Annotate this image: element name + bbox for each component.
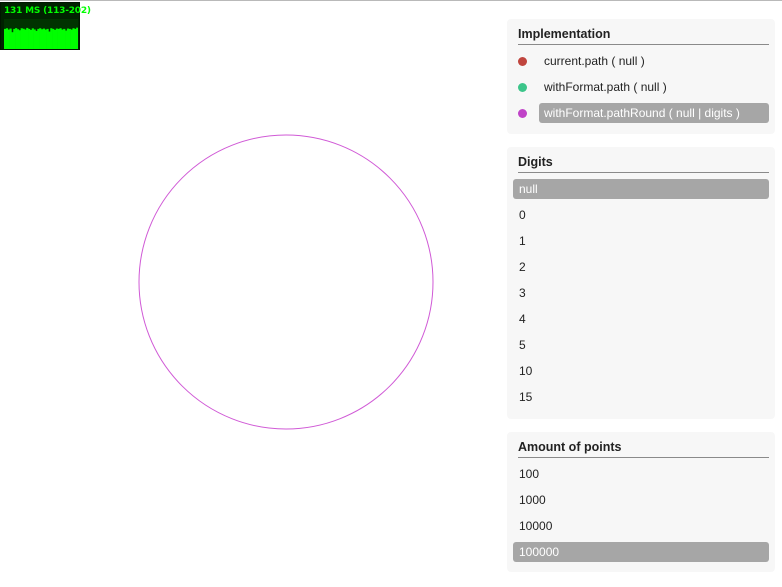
digits-option[interactable]: 4 xyxy=(513,309,769,329)
fps-sample-bar xyxy=(15,28,18,49)
fps-sample-bar xyxy=(52,28,55,49)
fps-sample-bar xyxy=(70,29,73,49)
fps-sample-bar xyxy=(37,28,40,49)
points-option[interactable]: 1000 xyxy=(513,490,769,510)
app-root: 131 MS (113-202) Implementation current.… xyxy=(0,0,782,587)
fps-sample-bar xyxy=(68,28,71,49)
implementation-title: Implementation xyxy=(518,19,769,45)
digits-option[interactable]: null xyxy=(513,179,769,199)
fps-sample-bar xyxy=(44,29,47,49)
points-panel: Amount of points 100 1000 10000 100000 xyxy=(507,432,775,572)
series-color-dot-icon xyxy=(518,108,527,118)
fps-sample-bar xyxy=(72,28,75,49)
implementation-option-label: current.path ( null ) xyxy=(544,54,645,68)
fps-sample-bar xyxy=(13,28,16,49)
digits-option[interactable]: 1 xyxy=(513,231,769,251)
fps-sample-bar xyxy=(9,28,12,49)
digits-panel: Digits null 0 1 2 3 4 5 10 15 xyxy=(507,147,775,419)
digits-option[interactable]: 15 xyxy=(513,387,769,407)
fps-sample-bar xyxy=(50,28,53,49)
digits-option[interactable]: 0 xyxy=(513,205,769,225)
points-option[interactable]: 100000 xyxy=(513,542,769,562)
implementation-list: current.path ( null ) withFormat.path ( … xyxy=(513,51,769,123)
fps-sample-bar xyxy=(31,28,34,49)
fps-sample-bar xyxy=(41,29,44,49)
fps-sample-bar xyxy=(29,29,33,49)
digits-list: null 0 1 2 3 4 5 10 15 xyxy=(513,179,769,407)
fps-sample-bar xyxy=(42,28,45,49)
fps-sample-bar xyxy=(66,28,70,49)
fps-sample-bar xyxy=(53,29,57,49)
implementation-option-label: withFormat.path ( null ) xyxy=(544,80,667,94)
fps-sample-bar xyxy=(65,30,68,49)
points-option[interactable]: 100 xyxy=(513,464,769,484)
fps-meter[interactable]: 131 MS (113-202) xyxy=(0,2,91,50)
fps-sample-bar xyxy=(18,30,21,49)
fps-sample-bar xyxy=(4,28,7,49)
implementation-panel: Implementation current.path ( null ) wit… xyxy=(507,19,775,134)
render-canvas[interactable] xyxy=(0,1,500,587)
fps-sample-bar xyxy=(7,29,10,49)
fps-sample-bar xyxy=(22,28,25,49)
fps-sample-bar xyxy=(35,30,38,49)
fps-graph xyxy=(4,19,78,49)
fps-sample-bar xyxy=(74,28,77,49)
fps-sample-bar xyxy=(28,28,31,49)
fps-sample-bar xyxy=(16,29,20,49)
fps-sample-bar xyxy=(55,28,58,49)
implementation-option-label: withFormat.pathRound ( null | digits ) xyxy=(539,103,769,123)
implementation-option-withformat-path[interactable]: withFormat.path ( null ) xyxy=(513,77,769,97)
fps-sample-bar xyxy=(5,28,8,49)
points-option[interactable]: 10000 xyxy=(513,516,769,536)
series-color-dot-icon xyxy=(518,82,527,92)
fps-sample-bar xyxy=(26,27,29,49)
fps-sample-bar xyxy=(33,29,36,49)
implementation-option-withformat-pathround[interactable]: withFormat.pathRound ( null | digits ) xyxy=(513,103,769,123)
circle-plot xyxy=(138,134,434,430)
fps-label: 131 MS (113-202) xyxy=(4,6,91,16)
points-list: 100 1000 10000 100000 xyxy=(513,464,769,562)
implementation-option-current-path[interactable]: current.path ( null ) xyxy=(513,51,769,71)
fps-sample-bar xyxy=(24,29,27,49)
fps-sample-bar xyxy=(48,31,51,49)
fps-sample-bar xyxy=(63,28,66,49)
fps-sample-bar xyxy=(61,29,64,49)
digits-title: Digits xyxy=(518,147,769,173)
fps-sample-bar xyxy=(59,28,62,49)
points-title: Amount of points xyxy=(518,432,769,458)
digits-option[interactable]: 5 xyxy=(513,335,769,355)
fps-sample-bar xyxy=(11,32,14,49)
rendered-circle-path xyxy=(138,134,434,430)
digits-option[interactable]: 3 xyxy=(513,283,769,303)
fps-sample-bar xyxy=(57,28,60,49)
series-color-dot-icon xyxy=(518,56,527,66)
digits-option[interactable]: 10 xyxy=(513,361,769,381)
fps-sample-bar xyxy=(76,27,78,49)
fps-sample-bar xyxy=(46,28,49,49)
fps-sample-bar xyxy=(20,28,23,49)
digits-option[interactable]: 2 xyxy=(513,257,769,277)
fps-sample-bar xyxy=(39,28,42,49)
